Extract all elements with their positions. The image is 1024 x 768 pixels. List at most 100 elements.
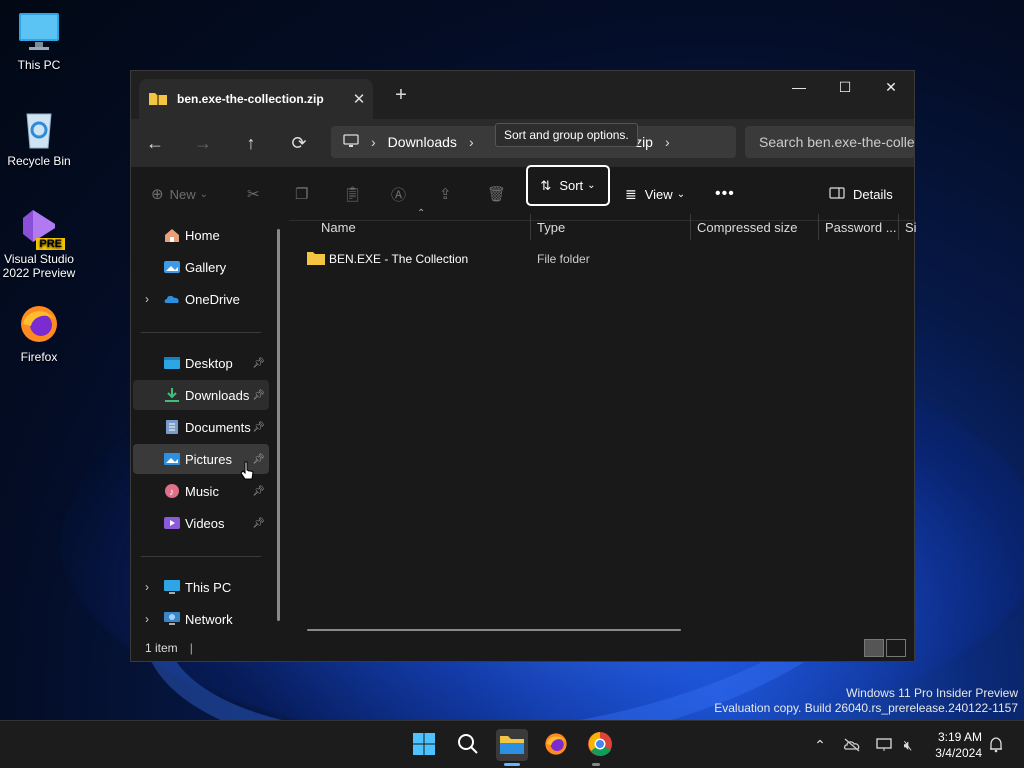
column-header-password[interactable]: Password ... xyxy=(825,214,897,240)
details-view-toggle[interactable] xyxy=(864,639,884,657)
desktop-icon-label: Recycle Bin xyxy=(7,154,71,168)
firefox-icon xyxy=(543,731,569,760)
taskbar-firefox[interactable] xyxy=(540,729,572,761)
sidebar-item-label: Pictures xyxy=(185,451,232,467)
tiles-view-toggle[interactable] xyxy=(886,639,906,657)
sidebar-item-label: Documents xyxy=(185,419,251,435)
cut-button[interactable]: ✂ xyxy=(247,179,260,209)
up-button[interactable]: ↑ xyxy=(227,125,275,161)
details-button[interactable]: Details xyxy=(829,179,893,209)
volume-muted-icon[interactable]: 🔇︎ xyxy=(898,735,918,755)
pin-icon[interactable]: 📌︎ xyxy=(252,422,265,433)
status-separator: | xyxy=(189,641,193,655)
copy-button[interactable]: ❐ xyxy=(295,179,308,209)
paste-icon: 📋︎ xyxy=(343,186,363,203)
chevron-right-icon: › xyxy=(664,134,670,150)
desktop-icon-visual-studio[interactable]: PRE Visual Studio 2022 Preview xyxy=(0,204,78,280)
maximize-button[interactable]: ☐ xyxy=(822,71,868,103)
clock-date: 3/4/2024 xyxy=(935,746,982,760)
close-button[interactable]: ✕ xyxy=(868,71,914,103)
sidebar-item-label: Music xyxy=(185,483,219,499)
sidebar-item-gallery[interactable]: Gallery xyxy=(133,252,269,282)
desktop-icon-firefox[interactable]: Firefox xyxy=(0,302,78,364)
new-button[interactable]: ⊕ New ⌄ xyxy=(151,179,208,209)
taskbar-file-explorer[interactable] xyxy=(496,729,528,761)
chevron-right-icon: › xyxy=(468,134,474,150)
start-button[interactable] xyxy=(408,729,440,761)
pin-icon[interactable]: 📌︎ xyxy=(252,486,265,497)
sidebar-item-label: Home xyxy=(185,227,220,243)
sidebar-item-videos[interactable]: Videos 📌︎ xyxy=(133,508,269,538)
pin-icon[interactable]: 📌︎ xyxy=(252,390,265,401)
svg-text:♪: ♪ xyxy=(169,487,174,498)
pin-icon[interactable]: 📌︎ xyxy=(252,358,265,369)
search-button[interactable] xyxy=(452,729,484,761)
chevron-up-icon[interactable]: ⌃ xyxy=(810,735,830,755)
desktop-icon-this-pc[interactable]: This PC xyxy=(0,10,78,72)
more-options-button[interactable]: ••• xyxy=(715,179,735,209)
notification-bell-icon[interactable] xyxy=(986,735,1006,755)
sidebar-item-onedrive[interactable]: › OneDrive xyxy=(133,284,269,314)
breadcrumb-downloads[interactable]: Downloads xyxy=(388,134,457,150)
monitor-icon xyxy=(163,579,181,595)
column-header-size[interactable]: Si xyxy=(905,214,917,240)
network-icon xyxy=(163,611,181,627)
navigation-pane: Home Gallery › OneDrive Desktop 📌︎ Downl… xyxy=(131,214,289,636)
view-button[interactable]: ≣ View ⌄ xyxy=(625,179,685,209)
refresh-button[interactable]: ⟳ xyxy=(275,125,323,161)
sidebar-item-home[interactable]: Home xyxy=(133,220,269,250)
column-divider[interactable] xyxy=(690,214,691,240)
chevron-right-icon[interactable]: › xyxy=(145,580,149,594)
forward-button[interactable]: → xyxy=(179,125,227,161)
column-divider[interactable] xyxy=(818,214,819,240)
tab-close-button[interactable]: ✕ xyxy=(345,90,373,108)
new-tab-button[interactable]: + xyxy=(389,84,413,107)
chevron-right-icon[interactable]: › xyxy=(145,292,149,306)
chevron-down-icon: ⌄ xyxy=(587,180,596,191)
system-clock[interactable]: 3:19 AM 3/4/2024 xyxy=(935,729,982,761)
column-header-name[interactable]: Name xyxy=(321,214,356,240)
tab-active[interactable]: ben.exe-the-collection.zip ✕ xyxy=(139,79,373,119)
file-explorer-window: ben.exe-the-collection.zip ✕ + — ☐ ✕ ← →… xyxy=(130,70,917,662)
pictures-icon xyxy=(163,451,181,467)
rename-button[interactable]: Ⓐ xyxy=(391,179,406,209)
monitor-icon xyxy=(343,133,359,151)
sidebar-item-network[interactable]: › Network xyxy=(133,604,269,634)
minimize-button[interactable]: — xyxy=(776,71,822,103)
sidebar-item-label: Downloads xyxy=(185,387,250,403)
arrow-up-icon: ↑ xyxy=(246,132,256,153)
network-icon[interactable] xyxy=(874,735,894,755)
folder-icon xyxy=(307,251,325,268)
paste-button[interactable]: 📋︎ xyxy=(343,179,362,209)
sidebar-item-desktop[interactable]: Desktop 📌︎ xyxy=(133,348,269,378)
back-button[interactable]: ← xyxy=(131,125,179,161)
gallery-icon xyxy=(163,259,181,275)
horizontal-scrollbar[interactable] xyxy=(307,629,681,631)
column-divider[interactable] xyxy=(898,214,899,240)
chevron-right-icon[interactable]: › xyxy=(145,612,149,626)
sidebar-item-downloads[interactable]: Downloads 📌︎ xyxy=(133,380,269,410)
sidebar-divider xyxy=(141,556,261,557)
recycle-bin-icon xyxy=(17,106,61,150)
sort-button[interactable]: ⇅ Sort ⌄ xyxy=(526,165,610,206)
column-header-type[interactable]: Type xyxy=(537,214,565,240)
monitor-icon xyxy=(17,10,61,54)
chrome-icon xyxy=(587,731,613,760)
trash-icon: 🗑︎ xyxy=(487,186,507,203)
pre-badge: PRE xyxy=(36,238,65,250)
sidebar-item-this-pc[interactable]: › This PC xyxy=(133,572,269,602)
taskbar-chrome[interactable] xyxy=(584,729,616,761)
search-input[interactable]: Search ben.exe-the-collec xyxy=(745,126,915,158)
share-button[interactable]: ⇪ xyxy=(439,179,452,209)
delete-button[interactable]: 🗑︎ xyxy=(487,179,506,209)
column-divider[interactable] xyxy=(530,214,531,240)
column-header-compressed-size[interactable]: Compressed size xyxy=(697,214,797,240)
details-label: Details xyxy=(853,186,893,202)
sidebar-scrollbar[interactable] xyxy=(277,229,280,621)
table-row[interactable]: BEN.EXE - The Collection File folder xyxy=(307,248,907,270)
onedrive-offline-icon[interactable] xyxy=(842,735,862,755)
pin-icon[interactable]: 📌︎ xyxy=(252,518,265,529)
sidebar-item-documents[interactable]: Documents 📌︎ xyxy=(133,412,269,442)
desktop-icon-recycle-bin[interactable]: Recycle Bin xyxy=(0,106,78,168)
sidebar-item-label: Videos xyxy=(185,515,225,531)
